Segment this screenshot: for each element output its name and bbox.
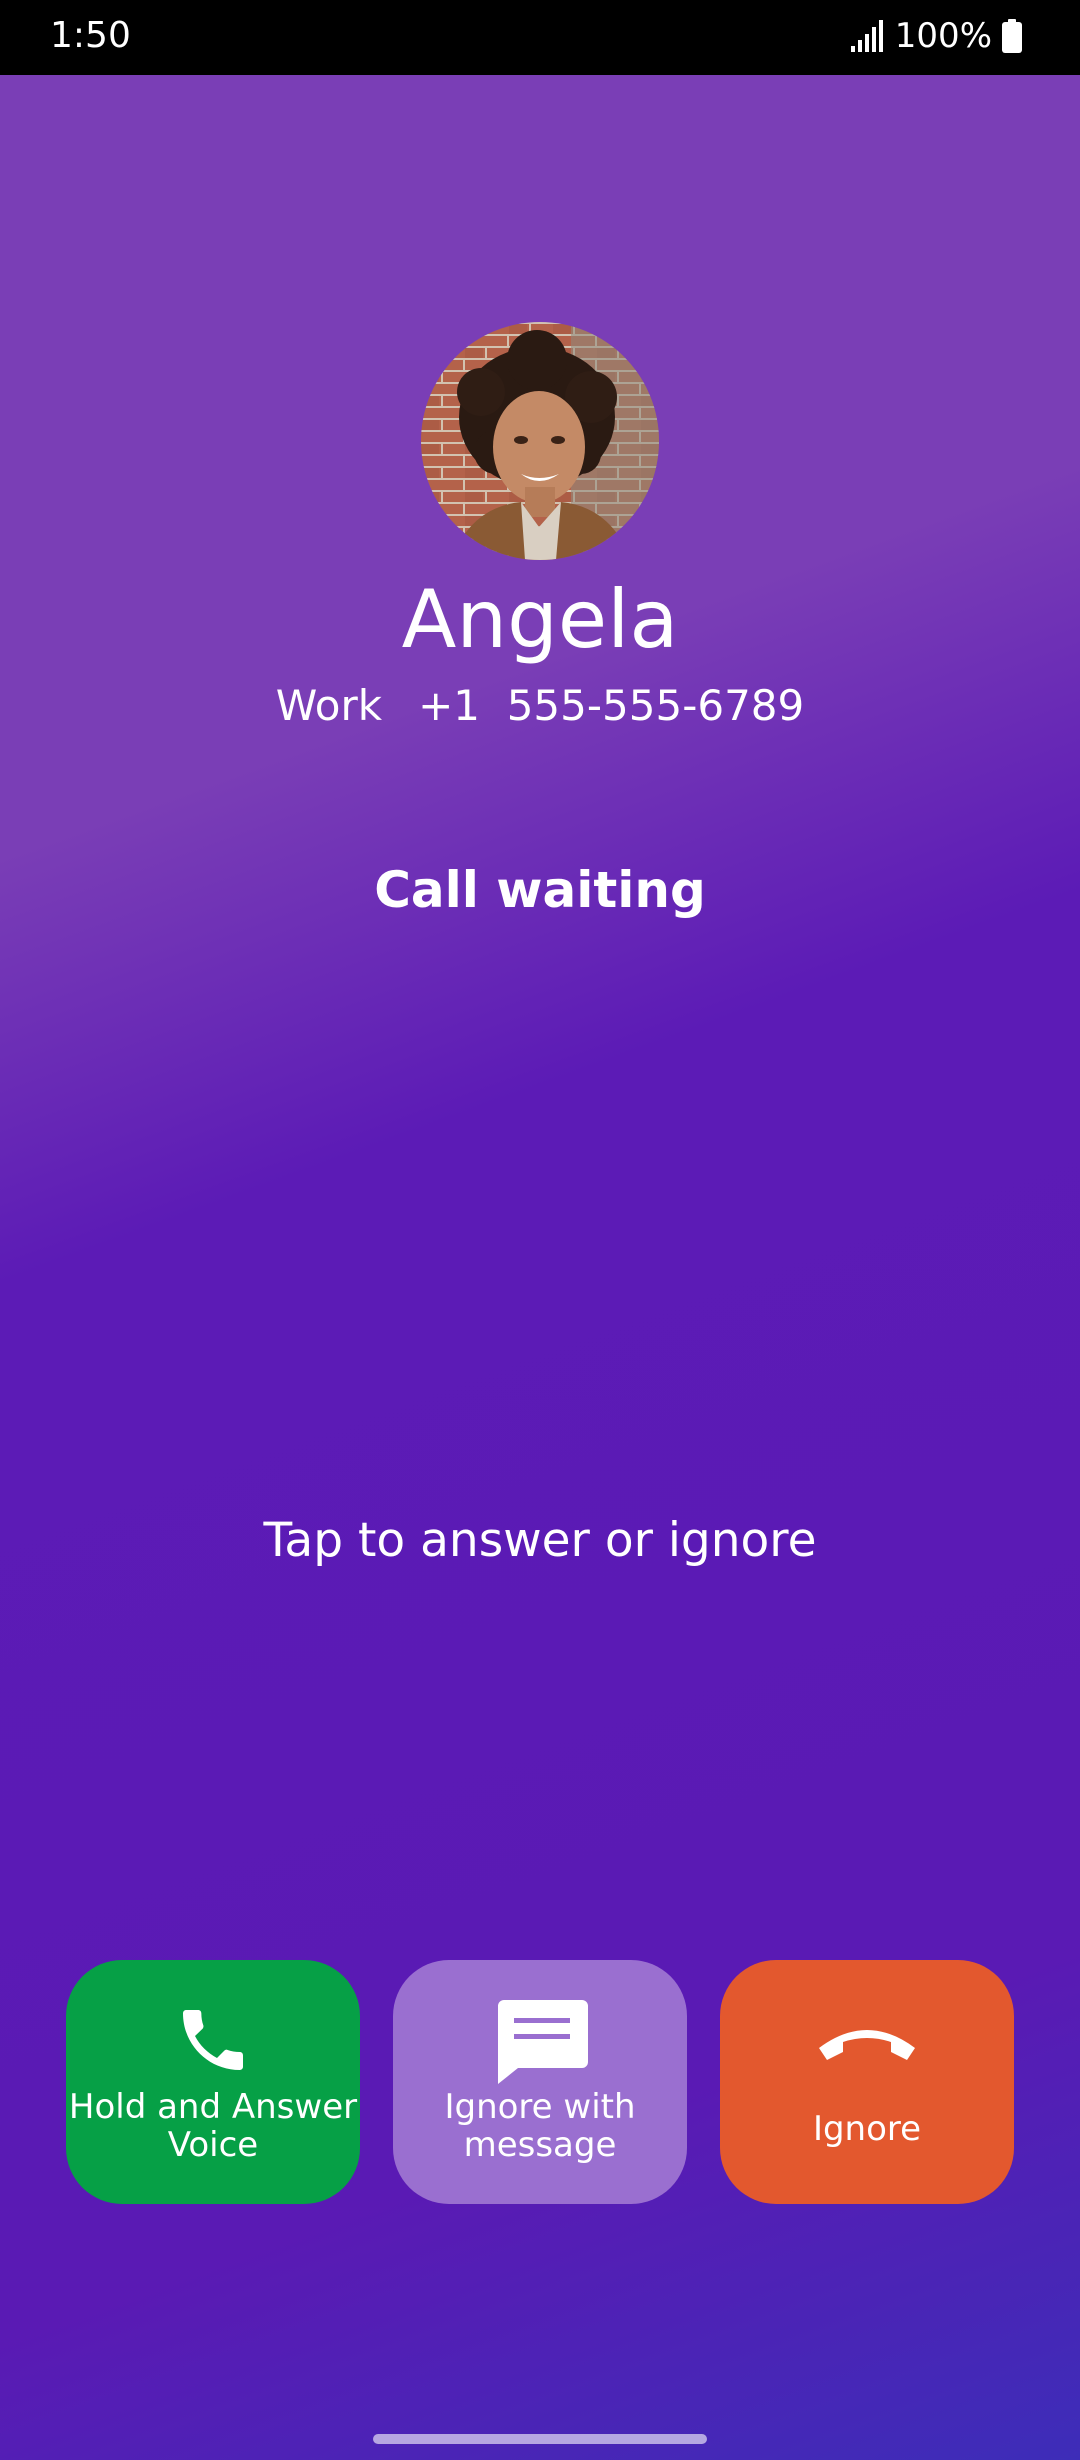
ignore-with-message-button[interactable]: Ignore with message	[393, 1960, 687, 2204]
home-indicator[interactable]	[373, 2434, 707, 2444]
caller-phone-number: +1 555-555-6789	[418, 681, 805, 730]
ignore-label: Ignore	[812, 2109, 922, 2149]
status-bar: 1:50 100%	[0, 0, 1080, 75]
message-bubble-icon	[498, 2000, 588, 2084]
caller-name: Angela	[401, 573, 679, 666]
phone-icon	[183, 2010, 243, 2070]
hang-up-icon	[819, 2030, 915, 2060]
contact-photo	[421, 322, 659, 560]
signal-bars-icon	[850, 20, 883, 52]
ignore-button[interactable]: Ignore	[720, 1960, 1014, 2204]
battery-percentage: 100%	[894, 16, 992, 56]
status-time: 1:50	[50, 15, 131, 56]
call-status: Call waiting	[374, 861, 706, 919]
answer-hint: Tap to answer or ignore	[263, 1513, 817, 1568]
caller-number-label: Work	[275, 681, 383, 730]
hold-and-answer-label: Hold and Answer Voice	[68, 2087, 358, 2165]
hold-and-answer-voice-button[interactable]: Hold and Answer Voice	[66, 1960, 360, 2204]
status-right-group: 100%	[850, 14, 1022, 58]
battery-full-icon	[1002, 19, 1022, 53]
caller-details: Work +1 555-555-6789	[0, 678, 1080, 734]
ignore-with-message-label: Ignore with message	[444, 2087, 636, 2165]
avatar	[421, 322, 659, 560]
